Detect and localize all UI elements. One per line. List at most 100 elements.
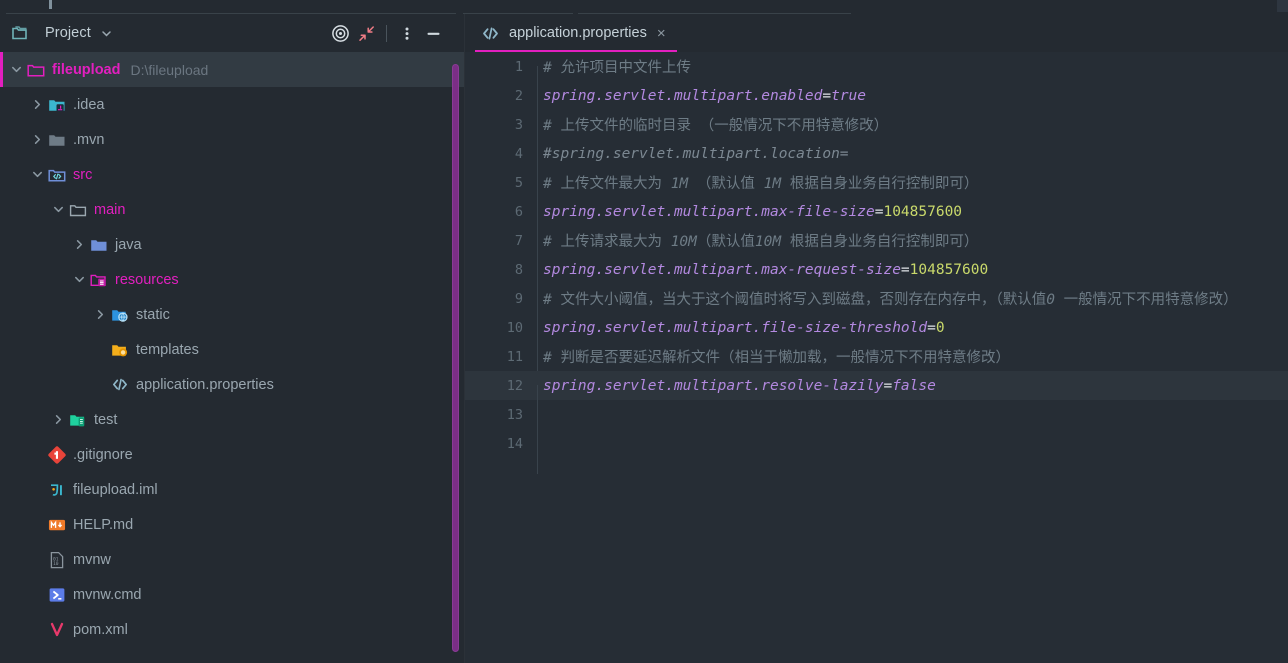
tree-row[interactable]: src bbox=[0, 157, 464, 192]
tree-row[interactable]: fileupload D:\fileupload bbox=[0, 52, 464, 87]
code-line[interactable]: 6 spring.servlet.multipart.max-file-size=… bbox=[465, 197, 1288, 242]
code-token: 104857600 bbox=[883, 203, 963, 220]
tree-row[interactable]: static bbox=[0, 297, 464, 332]
code-token: spring.servlet.multipart.max-request-siz… bbox=[543, 261, 901, 278]
code-line[interactable]: 4 #spring.servlet.multipart.location= bbox=[465, 139, 1288, 184]
code-line[interactable]: 14 bbox=[465, 429, 1288, 474]
code-line[interactable]: 3 # 上传文件的临时目录 （一般情况下不用特意修改） bbox=[465, 110, 1288, 155]
tree-row[interactable]: application.properties bbox=[0, 367, 464, 402]
tree-row[interactable]: fileupload.iml bbox=[0, 472, 464, 507]
tree-row[interactable]: mvnw.cmd bbox=[0, 577, 464, 612]
code-token: # 上传文件的临时目录 （一般情况下不用特意修改） bbox=[543, 118, 889, 134]
code-line[interactable]: 10 spring.servlet.multipart.file-size-thr… bbox=[465, 313, 1288, 358]
maven-file-icon bbox=[48, 621, 66, 639]
tree-row-label: fileupload.iml bbox=[73, 481, 158, 498]
code-line[interactable]: 7 # 上传请求最大为 10M（默认值10M 根据自身业务自行控制即可） bbox=[465, 226, 1288, 271]
code-token: # 文件大小阈值，当大于这个阈值时将写入到磁盘，否则存在内存中，（默认值 bbox=[543, 292, 1047, 308]
code-line-text: spring.servlet.multipart.resolve-lazily=… bbox=[537, 378, 936, 394]
chevron-down-icon[interactable] bbox=[73, 273, 86, 286]
code-line[interactable]: 2 spring.servlet.multipart.enabled=true bbox=[465, 81, 1288, 126]
code-line[interactable]: 9 # 文件大小阈值，当大于这个阈值时将写入到磁盘，否则存在内存中，（默认值0 一… bbox=[465, 284, 1288, 329]
tree-row[interactable]: resources bbox=[0, 262, 464, 297]
tree-row[interactable]: 01 10 mvnw bbox=[0, 542, 464, 577]
code-token: false bbox=[892, 377, 936, 394]
folder-gray-icon bbox=[48, 131, 66, 149]
tree-row-label: .idea bbox=[73, 96, 105, 113]
code-line-text: # 允许项目中文件上传 bbox=[537, 56, 691, 77]
svg-text:10: 10 bbox=[53, 561, 59, 567]
chevron-down-icon[interactable] bbox=[31, 168, 44, 181]
code-line[interactable]: 8 spring.servlet.multipart.max-request-si… bbox=[465, 255, 1288, 300]
tree-row[interactable]: templates bbox=[0, 332, 464, 367]
code-line-text: #spring.servlet.multipart.location= bbox=[537, 146, 849, 162]
tree-row[interactable]: .gitignore bbox=[0, 437, 464, 472]
close-icon[interactable]: × bbox=[657, 26, 666, 41]
code-token: 1M bbox=[670, 176, 689, 192]
code-token: = bbox=[822, 87, 832, 104]
tree-row-label: .mvn bbox=[73, 131, 105, 148]
line-number: 4 bbox=[514, 145, 523, 162]
line-number: 10 bbox=[506, 319, 523, 336]
hide-panel-icon[interactable] bbox=[420, 20, 446, 46]
chevron-right-icon[interactable] bbox=[31, 98, 44, 111]
project-panel-scrollbar[interactable] bbox=[452, 64, 459, 652]
code-token: = bbox=[900, 261, 910, 278]
tree-row[interactable]: java bbox=[0, 227, 464, 262]
code-token: （默认值 bbox=[688, 176, 764, 192]
chevron-down-icon[interactable] bbox=[52, 203, 65, 216]
folder-web-icon bbox=[111, 306, 129, 324]
code-line[interactable]: 1 # 允许项目中文件上传 bbox=[465, 52, 1288, 97]
chevron-right-icon[interactable] bbox=[31, 133, 44, 146]
properties-file-icon bbox=[481, 26, 500, 41]
project-file-tree[interactable]: fileupload D:\fileupload .idea .mvn src main j… bbox=[0, 52, 464, 663]
code-token: 根据自身业务自行控制即可） bbox=[781, 176, 979, 192]
cmd-file-icon bbox=[48, 586, 66, 604]
line-number: 12 bbox=[506, 377, 523, 394]
select-opened-file-icon[interactable] bbox=[327, 20, 353, 46]
binary-file-icon: 01 10 bbox=[48, 551, 66, 569]
folder-outline-icon bbox=[69, 201, 87, 219]
code-token: 根据自身业务自行控制即可） bbox=[781, 234, 979, 250]
collapse-all-icon[interactable] bbox=[353, 20, 379, 46]
code-token: 104857600 bbox=[909, 261, 989, 278]
code-token: #spring.servlet.multipart.location= bbox=[543, 145, 849, 162]
chevron-right-icon[interactable] bbox=[94, 308, 107, 321]
code-line-text: spring.servlet.multipart.max-request-siz… bbox=[537, 262, 988, 278]
code-line[interactable]: 11 # 判断是否要延迟解析文件（相当于懒加载，一般情况下不用特意修改） bbox=[465, 342, 1288, 387]
line-number: 6 bbox=[514, 203, 523, 220]
tree-row[interactable]: main bbox=[0, 192, 464, 227]
chevron-right-icon[interactable] bbox=[52, 413, 65, 426]
tab-label: application.properties bbox=[509, 25, 647, 41]
code-line-text: spring.servlet.multipart.max-file-size=1… bbox=[537, 204, 962, 220]
markdown-file-icon bbox=[48, 516, 66, 534]
code-line[interactable]: 13 bbox=[465, 400, 1288, 445]
tree-row-label: mvnw.cmd bbox=[73, 586, 142, 603]
tree-row[interactable]: test bbox=[0, 402, 464, 437]
panel-title-chevron-down-icon[interactable] bbox=[100, 27, 113, 40]
code-token: spring.servlet.multipart.enabled bbox=[543, 87, 823, 104]
code-line[interactable]: 5 # 上传文件最大为 1M （默认值 1M 根据自身业务自行控制即可） bbox=[465, 168, 1288, 213]
code-line-text: # 上传请求最大为 10M（默认值10M 根据自身业务自行控制即可） bbox=[537, 230, 978, 251]
tree-row[interactable]: .idea bbox=[0, 87, 464, 122]
tab-application-properties[interactable]: application.properties × bbox=[465, 14, 679, 52]
line-number: 3 bbox=[514, 116, 523, 133]
tree-row-label: .gitignore bbox=[73, 446, 133, 463]
tree-row[interactable]: HELP.md bbox=[0, 507, 464, 542]
folder-module-icon bbox=[27, 61, 45, 79]
chevron-down-icon[interactable] bbox=[10, 63, 23, 76]
code-editor[interactable]: 1 # 允许项目中文件上传 2 spring.servlet.multipart.en… bbox=[465, 52, 1288, 663]
code-line[interactable]: 12 spring.servlet.multipart.resolve-lazil… bbox=[465, 371, 1288, 416]
folder-java-icon bbox=[90, 236, 108, 254]
ide-window: Project fileupload D:\fileupload .idea .… bbox=[0, 0, 1288, 663]
code-token: 一般情况下不用特意修改） bbox=[1054, 292, 1238, 308]
toolbar-divider bbox=[386, 24, 387, 42]
code-token: 10M bbox=[754, 234, 782, 250]
project-panel-header: Project bbox=[0, 14, 464, 52]
tree-row[interactable]: .mvn bbox=[0, 122, 464, 157]
code-line-text: # 判断是否要延迟解析文件（相当于懒加载，一般情况下不用特意修改） bbox=[537, 346, 1010, 367]
chevron-right-icon[interactable] bbox=[73, 238, 86, 251]
git-file-icon bbox=[48, 445, 66, 464]
tree-row[interactable]: pom.xml bbox=[0, 612, 464, 647]
tree-row-label: java bbox=[115, 236, 142, 253]
options-menu-icon[interactable] bbox=[394, 20, 420, 46]
